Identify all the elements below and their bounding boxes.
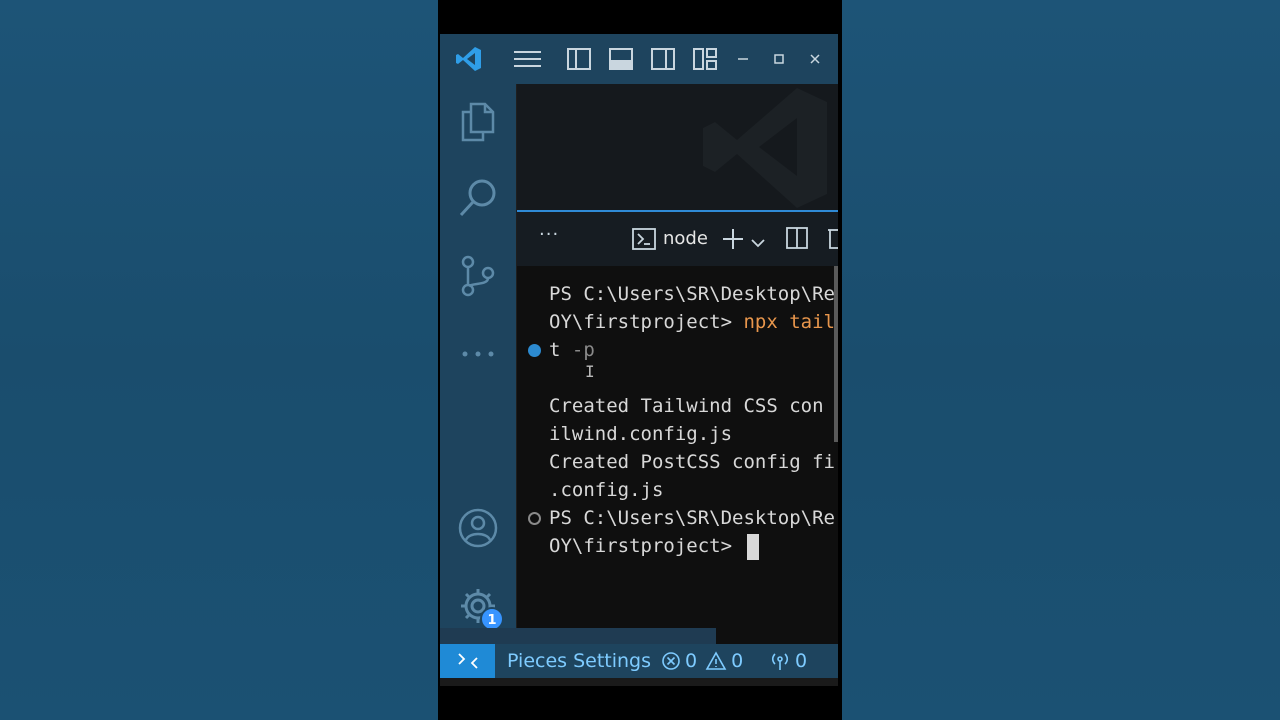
prompt-text: OY\firstproject> [549,311,744,333]
activity-bar [440,84,516,644]
vscode-window: 1 ··· node PS C:\Users\SR\Desktop\Re OY\… [440,34,838,686]
window-bottom-edge [440,678,838,686]
ports-count: 0 [795,650,808,672]
terminal-cursor [747,533,760,560]
error-count: 0 [685,650,698,672]
background-left [0,0,438,720]
warning-icon [705,651,727,670]
problems-item[interactable]: 0 0 [661,644,743,678]
status-bar: Pieces Settings 0 0 0 [440,644,838,678]
terminal-profile-name[interactable]: node [663,228,708,249]
customize-layout-icon[interactable] [692,44,718,74]
remote-indicator[interactable] [440,644,495,678]
terminal-line: ilwind.config.js [549,423,733,445]
maximize-icon[interactable] [770,44,788,74]
command-text: npx tail [743,311,835,333]
command-pending-dot[interactable] [528,512,541,525]
terminal-line: PS C:\Users\SR\Desktop\Re [549,507,835,529]
panel-header: ··· node [517,212,838,266]
broadcast-icon [771,653,789,670]
error-icon [662,652,680,670]
minimize-icon[interactable] [734,44,752,74]
terminal-scrollbar[interactable] [834,266,838,442]
command-text-cont: t [549,339,572,361]
toggle-secondary-sidebar-icon[interactable] [650,44,676,74]
terminal-line: .config.js [549,479,664,501]
split-terminal-icon[interactable] [786,227,808,253]
terminal-line: Created Tailwind CSS con [549,395,824,417]
pieces-settings-label: Pieces Settings [507,650,652,672]
command-success-dot[interactable] [528,344,541,357]
toggle-panel-icon[interactable] [608,44,634,74]
vscode-logo-icon [454,44,484,74]
pieces-settings-item[interactable]: Pieces Settings [507,644,651,678]
more-views-icon[interactable] [456,332,500,376]
terminal-line: PS C:\Users\SR\Desktop\Re [549,283,835,305]
warning-count: 0 [731,650,744,672]
toggle-primary-sidebar-icon[interactable] [566,44,592,74]
background-right [842,0,1280,720]
terminal-line: Created PostCSS config fi [549,451,835,473]
terminal-shell-icon [632,228,656,254]
text-cursor-icon: I [585,362,595,381]
horizontal-scrollbar[interactable] [440,628,716,644]
remote-icon [457,653,478,669]
kill-terminal-icon[interactable] [827,226,838,254]
terminal-line: OY\firstproject> [549,532,760,560]
search-icon[interactable] [456,176,500,220]
vscode-watermark-icon [703,88,827,208]
ports-item[interactable]: 0 [769,644,807,678]
chevron-down-icon[interactable] [751,233,765,252]
command-flag-text: -p [571,339,595,361]
panel-more-actions[interactable]: ··· [539,224,559,245]
prompt-text: OY\firstproject> [549,535,744,557]
new-terminal-plus-icon[interactable] [721,227,745,255]
terminal-output[interactable]: PS C:\Users\SR\Desktop\Re OY\firstprojec… [517,266,838,644]
close-icon[interactable] [806,44,824,74]
terminal-line: OY\firstproject> npx tail [549,308,835,336]
menu-icon[interactable] [512,44,546,74]
title-bar [440,34,838,84]
terminal-line: t -p [549,336,595,364]
accounts-icon[interactable] [456,506,500,550]
editor-area [517,84,838,210]
explorer-icon[interactable] [456,100,500,144]
source-control-icon[interactable] [456,254,500,298]
